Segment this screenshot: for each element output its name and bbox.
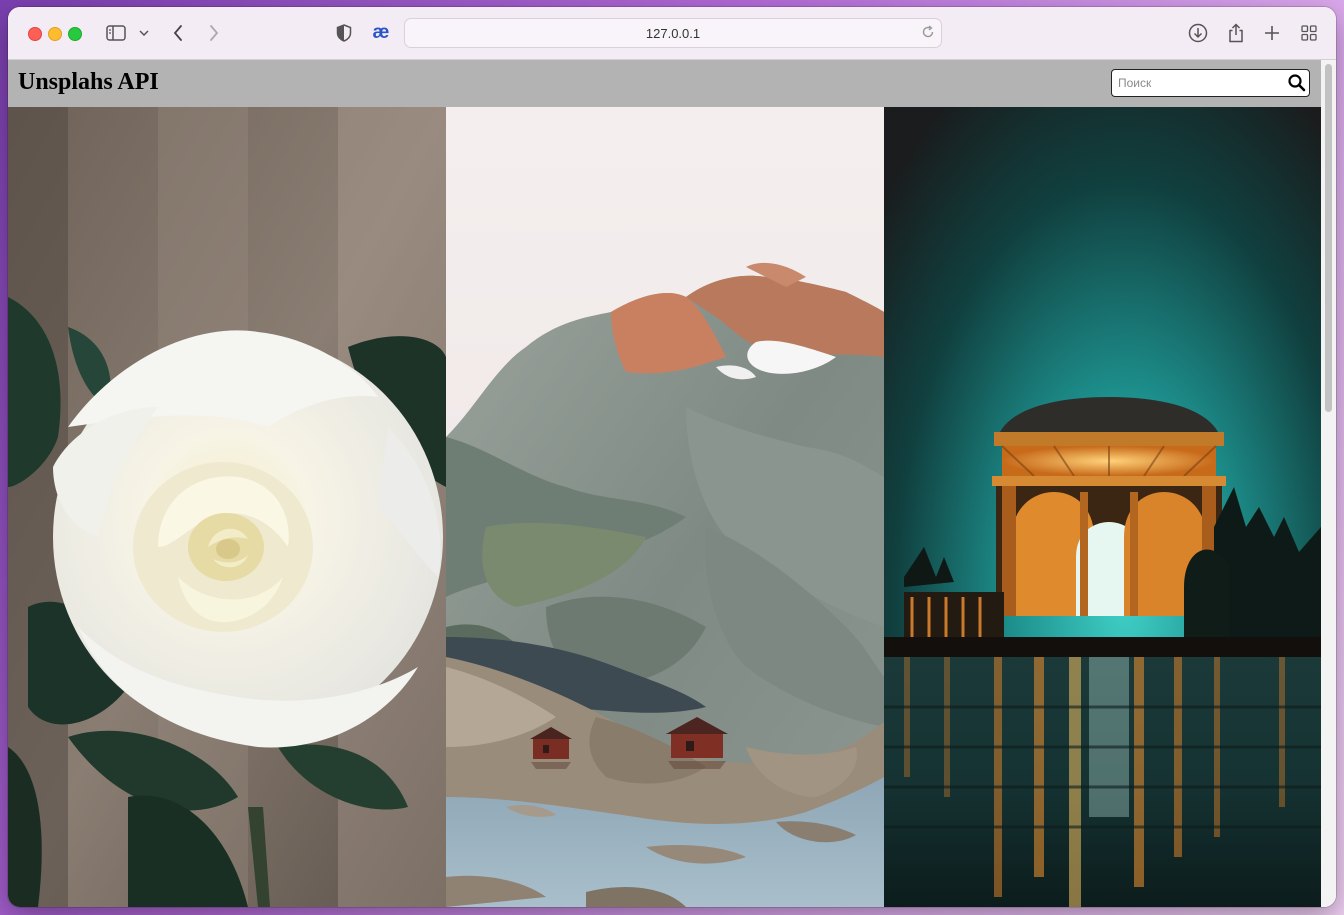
- new-tab-icon[interactable]: [1261, 21, 1283, 45]
- share-icon[interactable]: [1224, 21, 1248, 45]
- search-input[interactable]: [1116, 72, 1290, 94]
- close-window-button[interactable]: [28, 27, 42, 41]
- back-icon[interactable]: [168, 21, 188, 45]
- zoom-window-button[interactable]: [68, 27, 82, 41]
- search-box: [1111, 69, 1310, 97]
- search-icon: [1288, 74, 1306, 92]
- chevron-down-icon[interactable]: [138, 21, 150, 45]
- tab-overview-icon[interactable]: [1298, 21, 1320, 45]
- browser-window: æ 127.0.0.1 Unsplahs API: [8, 7, 1336, 907]
- web-content: Unsplahs API: [8, 60, 1336, 907]
- photo-white-rose[interactable]: [8, 107, 446, 907]
- photo-mountain-lake[interactable]: [446, 107, 884, 907]
- scrollbar-thumb[interactable]: [1325, 64, 1332, 412]
- page-title: Unsplahs API: [18, 69, 159, 95]
- sidebar-icon[interactable]: [104, 21, 128, 45]
- photo-gallery: [8, 107, 1321, 907]
- browser-toolbar: æ 127.0.0.1: [8, 7, 1336, 60]
- ae-extension-icon[interactable]: æ: [370, 21, 392, 45]
- download-icon[interactable]: [1186, 21, 1210, 45]
- url-text: 127.0.0.1: [645, 25, 701, 41]
- page-header: Unsplahs API: [8, 60, 1321, 107]
- reload-icon[interactable]: [922, 25, 935, 42]
- shield-icon[interactable]: [334, 21, 354, 45]
- forward-icon[interactable]: [204, 21, 224, 45]
- photo-rotunda-night[interactable]: [884, 107, 1321, 907]
- address-bar[interactable]: 127.0.0.1: [404, 18, 942, 48]
- minimize-window-button[interactable]: [48, 27, 62, 41]
- page-scrollbar[interactable]: [1321, 60, 1336, 907]
- search-button[interactable]: [1287, 73, 1307, 93]
